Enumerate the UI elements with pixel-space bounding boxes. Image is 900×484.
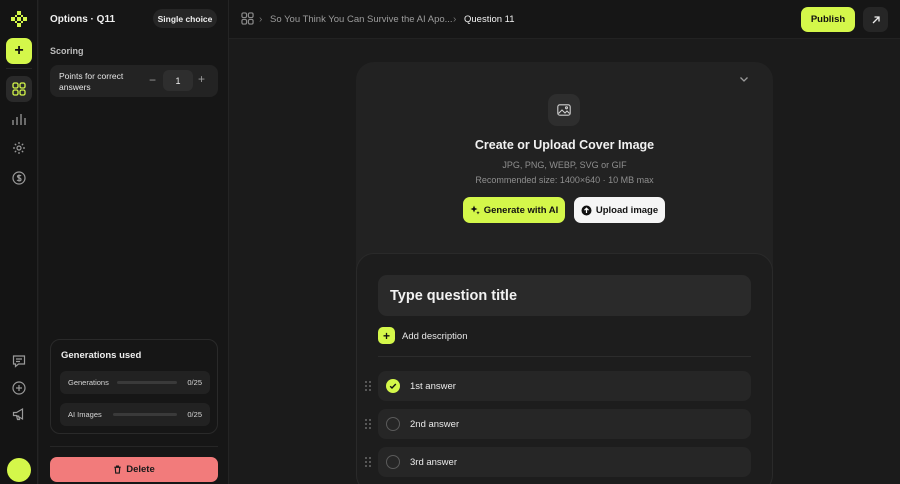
correct-check-icon[interactable] xyxy=(386,379,400,393)
drag-handle-icon[interactable] xyxy=(364,456,372,468)
generate-with-ai-label: Generate with AI xyxy=(483,204,559,216)
open-preview-button[interactable] xyxy=(863,7,888,32)
editor-main: Create or Upload Cover Image JPG, PNG, W… xyxy=(229,40,900,484)
points-input[interactable]: 1 xyxy=(163,70,193,91)
question-type-chip[interactable]: Single choice xyxy=(153,9,217,28)
create-button[interactable]: + xyxy=(6,38,32,64)
cover-recommended: Recommended size: 1400×640 · 10 MB max xyxy=(475,175,654,185)
top-bar: › So You Think You Can Survive the AI Ap… xyxy=(229,0,900,39)
panel-divider xyxy=(50,446,218,447)
ai-images-progress xyxy=(113,413,177,416)
answer-option[interactable]: 3rd answer xyxy=(365,447,751,477)
upload-image-button[interactable]: Upload image xyxy=(574,197,665,223)
drag-handle-icon[interactable] xyxy=(364,380,372,392)
breadcrumb-question: Question 11 xyxy=(464,14,515,25)
generations-row: Generations 0/25 xyxy=(60,371,210,394)
plus-icon: + xyxy=(382,328,390,343)
question-card: Type question title + Add description 1s… xyxy=(356,253,773,484)
answer-radio[interactable] xyxy=(386,417,400,431)
rail-divider xyxy=(6,68,32,69)
new-item-button[interactable] xyxy=(6,375,32,401)
chevron-right-icon: › xyxy=(453,14,457,25)
feedback-button[interactable] xyxy=(6,348,32,374)
nav-analytics-button[interactable] xyxy=(6,106,32,132)
add-description-label[interactable]: Add description xyxy=(402,331,467,342)
upload-icon xyxy=(581,205,592,215)
breadcrumb-quiz[interactable]: So You Think You Can Survive the AI Apo.… xyxy=(270,14,453,25)
megaphone-icon xyxy=(12,407,24,421)
dollar-icon xyxy=(12,171,26,185)
points-decrement-button[interactable]: − xyxy=(149,73,156,87)
question-title-input[interactable]: Type question title xyxy=(378,275,751,316)
publish-button[interactable]: Publish xyxy=(801,7,855,32)
points-setting: Points for correct answers − 1 + xyxy=(50,65,218,97)
answer-option[interactable]: 1st answer xyxy=(365,371,751,401)
announcements-button[interactable] xyxy=(6,401,32,427)
options-panel: Options · Q11 Single choice Scoring Poin… xyxy=(39,0,229,484)
nav-questions-button[interactable] xyxy=(6,76,32,102)
cover-formats: JPG, PNG, WEBP, SVG or GIF xyxy=(502,160,627,170)
panel-title: Options · Q11 xyxy=(50,14,116,25)
delete-button[interactable]: Delete xyxy=(50,457,218,482)
gear-icon xyxy=(13,142,25,154)
image-placeholder xyxy=(548,94,580,126)
generations-progress xyxy=(117,381,177,384)
generations-label: Generations xyxy=(68,378,109,387)
trash-icon xyxy=(114,465,121,474)
points-label: Points for correct answers xyxy=(59,71,124,92)
grid-icon xyxy=(12,82,26,96)
generations-count: 0/25 xyxy=(187,378,202,387)
delete-label: Delete xyxy=(126,464,155,475)
icon-rail: + xyxy=(0,0,38,484)
answer-option[interactable]: 2nd answer xyxy=(365,409,751,439)
grid-icon[interactable] xyxy=(241,12,254,25)
answer-radio[interactable] xyxy=(386,455,400,469)
drag-handle-icon[interactable] xyxy=(364,418,372,430)
ai-images-count: 0/25 xyxy=(187,410,202,419)
generate-with-ai-button[interactable]: Generate with AI xyxy=(463,197,565,223)
plus-circle-icon xyxy=(12,381,26,395)
nav-monetize-button[interactable] xyxy=(6,165,32,191)
scoring-label: Scoring xyxy=(50,46,84,56)
avatar[interactable] xyxy=(7,458,31,482)
logo-icon[interactable] xyxy=(11,11,27,27)
answer-label[interactable]: 2nd answer xyxy=(410,419,459,430)
chevron-right-icon: › xyxy=(259,14,263,25)
chevron-down-icon[interactable] xyxy=(739,74,749,84)
image-icon xyxy=(557,104,571,116)
points-increment-button[interactable]: + xyxy=(198,72,205,86)
add-description-button[interactable]: + xyxy=(378,327,395,344)
nav-settings-button[interactable] xyxy=(6,135,32,161)
ai-images-row: AI Images 0/25 xyxy=(60,403,210,426)
chart-icon xyxy=(12,114,26,125)
generations-title: Generations used xyxy=(61,350,142,361)
question-divider xyxy=(378,356,751,357)
answer-label[interactable]: 3rd answer xyxy=(410,457,457,468)
ai-images-label: AI Images xyxy=(68,410,102,419)
answer-label[interactable]: 1st answer xyxy=(410,381,456,392)
cover-title: Create or Upload Cover Image xyxy=(474,138,655,152)
sparkle-icon xyxy=(470,205,480,215)
chat-icon xyxy=(12,355,26,368)
upload-image-label: Upload image xyxy=(595,204,659,216)
add-icon: + xyxy=(14,42,24,59)
generations-card: Generations used Generations 0/25 AI Ima… xyxy=(50,339,218,434)
arrow-up-right-icon xyxy=(872,15,880,23)
